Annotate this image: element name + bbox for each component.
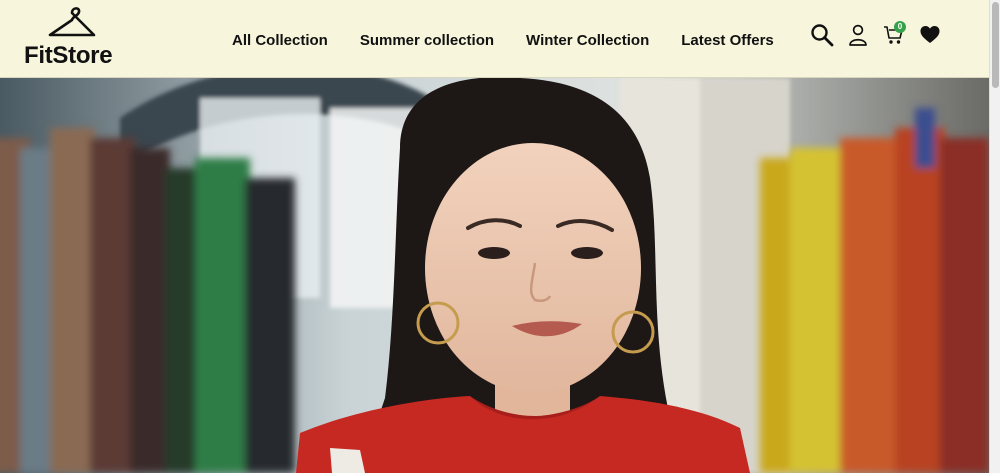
account-button[interactable] [846,23,870,47]
nav-summer-collection[interactable]: Summer collection [360,31,494,51]
site-header: FitStore All Collection Summer collectio… [0,0,989,78]
heart-icon [920,26,940,43]
wishlist-button[interactable] [918,23,942,47]
search-icon [811,24,834,47]
page-scrollbar[interactable] [989,0,1000,473]
brand-name: FitStore [24,42,113,69]
cart-count-badge: 0 [894,21,906,33]
scrollbar-thumb[interactable] [992,2,999,88]
logo[interactable]: FitStore [24,2,124,70]
hanger-icon [48,7,96,37]
nav-latest-offers[interactable]: Latest Offers [681,31,774,51]
nav-all-collection[interactable]: All Collection [232,31,328,51]
cart-button[interactable]: 0 [882,21,906,47]
search-button[interactable] [810,23,834,47]
main-nav: All Collection Summer collection Winter … [232,31,774,51]
hero-banner [0,78,989,473]
user-icon [849,24,867,46]
header-actions: 0 [810,21,942,48]
nav-winter-collection[interactable]: Winter Collection [526,31,649,51]
hero-image [0,78,989,473]
